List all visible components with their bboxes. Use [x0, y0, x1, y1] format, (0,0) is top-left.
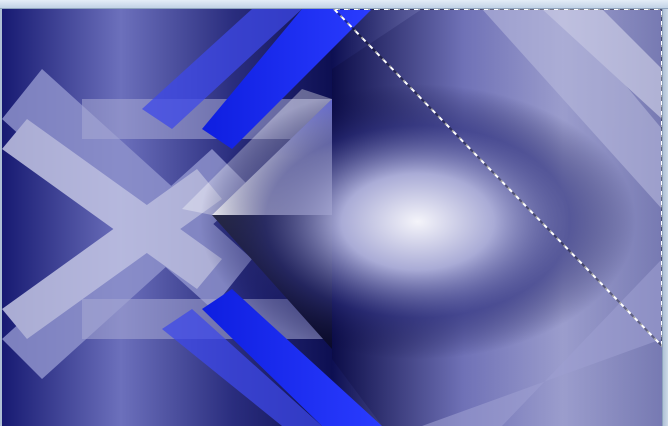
window-frame-right	[662, 9, 668, 426]
window-title-bar[interactable]	[0, 0, 668, 9]
editor-window	[0, 0, 668, 426]
kaleidoscope-artwork	[2, 9, 662, 426]
image-canvas[interactable]	[2, 9, 662, 426]
